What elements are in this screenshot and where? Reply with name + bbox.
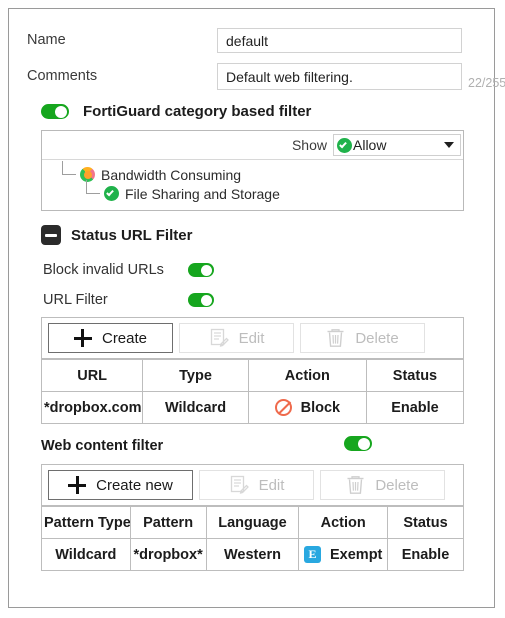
- comments-wrap: Default web filtering. 22/255: [217, 62, 505, 90]
- column-header-pattern: Pattern: [129, 506, 207, 539]
- edit-document-icon: [209, 328, 229, 348]
- edit-button[interactable]: Edit: [179, 323, 294, 353]
- cell-pattern: *dropbox*: [129, 538, 207, 571]
- column-header-pattern-type: Pattern Type: [41, 506, 131, 539]
- cell-type: Wildcard: [142, 391, 249, 424]
- block-invalid-urls-label: Block invalid URLs: [43, 262, 164, 278]
- column-header-url: URL: [40, 359, 144, 392]
- partial-state-icon[interactable]: [80, 167, 95, 182]
- comments-row: Comments Default web filtering. 22/255: [27, 61, 505, 91]
- trash-icon: [326, 328, 345, 348]
- tree-item-label: Bandwidth Consuming: [101, 166, 242, 183]
- cell-action-label: Block: [300, 399, 341, 416]
- tree-item-label: File Sharing and Storage: [125, 185, 280, 202]
- tree-item-file-sharing-and-storage[interactable]: File Sharing and Storage: [42, 180, 463, 203]
- table-row[interactable]: *dropbox.com Wildcard Block Enable: [40, 391, 465, 424]
- edit-button-label: Edit: [238, 329, 265, 347]
- url-filter-toolbar: Create Edit Delete: [42, 318, 463, 358]
- exempt-icon: E: [304, 546, 321, 563]
- create-button[interactable]: Create: [48, 323, 173, 353]
- cell-language: Western: [205, 538, 300, 571]
- category-tree: Bandwidth Consuming File Sharing and Sto…: [42, 160, 463, 210]
- url-filter-table-wrap: URL Type Action Status *dropbox.com Wild…: [40, 359, 465, 424]
- web-content-filter-toolbar-panel: Create new Edit Delete: [41, 464, 464, 506]
- create-button-label: Create: [101, 329, 148, 347]
- column-header-type: Type: [142, 359, 249, 392]
- category-filter-box: Show Allow Bandwidth Consuming File Shar…: [41, 130, 464, 211]
- create-new-button[interactable]: Create new: [48, 470, 193, 500]
- url-filter-toolbar-panel: Create Edit Delete: [41, 317, 464, 359]
- name-label: Name: [27, 32, 66, 48]
- delete-button[interactable]: Delete: [320, 470, 445, 500]
- edit-document-icon: [229, 475, 249, 495]
- show-label: Show: [291, 137, 327, 153]
- status-url-filter-header[interactable]: Status URL Filter: [41, 225, 476, 245]
- web-content-filter-toolbar: Create new Edit Delete: [42, 465, 463, 505]
- web-content-filter-label: Web content filter: [41, 438, 164, 454]
- delete-button-label: Delete: [355, 329, 399, 347]
- column-header-status: Status: [365, 359, 465, 392]
- name-input[interactable]: default: [217, 27, 462, 53]
- web-filter-profile-panel: Name default Comments Default web filter…: [8, 8, 505, 608]
- block-icon: [274, 399, 292, 416]
- url-filter-row: URL Filter: [43, 287, 476, 313]
- plus-icon: [68, 476, 87, 494]
- url-filter-table: URL Type Action Status *dropbox.com Wild…: [40, 359, 465, 424]
- minus-icon[interactable]: [41, 225, 61, 245]
- block-invalid-urls-row: Block invalid URLs: [43, 257, 476, 283]
- edit-button[interactable]: Edit: [199, 470, 314, 500]
- column-header-action: Action: [247, 359, 367, 392]
- delete-button-label: Delete: [375, 476, 419, 494]
- tree-elbow-icon: [58, 161, 80, 184]
- chevron-down-icon[interactable]: [444, 142, 454, 148]
- fortiguard-toggle[interactable]: [41, 104, 69, 119]
- web-content-filter-table: Pattern Type Pattern Language Action Sta…: [41, 506, 464, 571]
- web-content-filter-toggle-holder: [344, 436, 372, 456]
- cell-pattern-type: Wildcard: [41, 538, 131, 571]
- tree-elbow-icon: [82, 180, 104, 203]
- delete-button[interactable]: Delete: [300, 323, 425, 353]
- column-header-action: Action: [298, 506, 388, 539]
- trash-icon: [346, 475, 365, 495]
- comments-label: Comments: [27, 68, 98, 84]
- fortiguard-section-label: FortiGuard category based filter: [83, 103, 312, 120]
- create-new-button-label: Create new: [96, 476, 173, 494]
- allow-check-icon: [337, 137, 352, 153]
- allow-check-icon[interactable]: [104, 186, 119, 201]
- plus-icon: [73, 329, 92, 347]
- block-invalid-urls-toggle[interactable]: [188, 263, 214, 277]
- panel-content: Name default Comments Default web filter…: [9, 9, 505, 607]
- url-filter-toggle[interactable]: [188, 293, 214, 307]
- fortiguard-section-header: FortiGuard category based filter: [27, 103, 476, 120]
- show-dropdown[interactable]: Allow: [333, 134, 461, 156]
- table-header-row: Pattern Type Pattern Language Action Sta…: [41, 506, 464, 539]
- cell-action-label: Exempt: [330, 546, 383, 563]
- web-content-filter-toggle[interactable]: [344, 436, 372, 451]
- url-filter-label: URL Filter: [43, 292, 108, 308]
- tree-item-bandwidth-consuming[interactable]: Bandwidth Consuming: [42, 161, 463, 184]
- comments-char-counter: 22/255: [468, 75, 505, 90]
- name-row: Name default: [27, 25, 476, 55]
- column-header-language: Language: [205, 506, 300, 539]
- web-content-filter-row: Web content filter: [41, 436, 464, 456]
- cell-action: Block: [247, 391, 367, 424]
- column-header-status: Status: [387, 506, 464, 539]
- comments-input[interactable]: Default web filtering.: [217, 62, 462, 90]
- cell-status: Enable: [365, 391, 465, 424]
- edit-button-label: Edit: [258, 476, 285, 494]
- cell-status: Enable: [387, 538, 464, 571]
- cell-url: *dropbox.com: [40, 391, 144, 424]
- category-box-header: Show Allow: [42, 131, 463, 160]
- table-row[interactable]: Wildcard *dropbox* Western E Exempt Enab…: [41, 538, 464, 571]
- cell-action: E Exempt: [298, 538, 388, 571]
- table-header-row: URL Type Action Status: [40, 359, 465, 392]
- show-dropdown-value: Allow: [353, 137, 387, 153]
- web-content-filter-table-wrap: Pattern Type Pattern Language Action Sta…: [41, 506, 464, 571]
- status-url-filter-label: Status URL Filter: [71, 226, 193, 244]
